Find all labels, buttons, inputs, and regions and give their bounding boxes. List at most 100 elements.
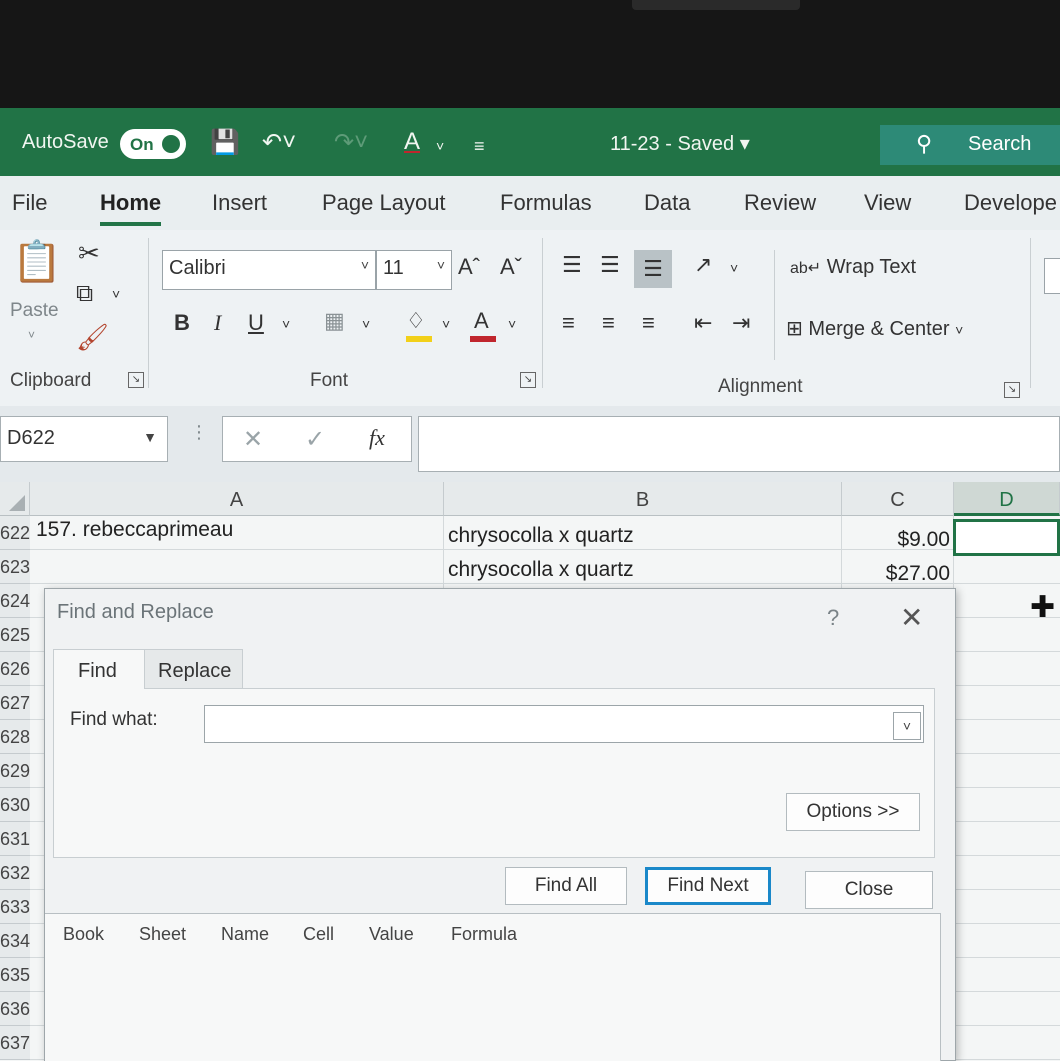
insert-function-icon[interactable]: fx: [369, 425, 385, 451]
align-right-icon[interactable]: ≡: [642, 310, 655, 336]
tab-formulas[interactable]: Formulas: [500, 190, 592, 216]
chevron-down-icon[interactable]: ˅: [730, 260, 738, 276]
redo-icon[interactable]: ↷˅: [334, 128, 368, 157]
tab-page-layout[interactable]: Page Layout: [322, 190, 446, 216]
paste-icon[interactable]: 📋: [12, 238, 62, 285]
chevron-down-icon[interactable]: ˅: [28, 328, 35, 342]
tab-find[interactable]: Find: [53, 649, 145, 689]
find-what-input[interactable]: ˅: [204, 705, 924, 743]
results-list[interactable]: Book Sheet Name Cell Value Formula: [45, 913, 941, 1061]
tab-data[interactable]: Data: [644, 190, 690, 216]
paste-label[interactable]: Paste: [10, 300, 59, 322]
row-header[interactable]: 631: [0, 822, 30, 856]
help-icon[interactable]: ?: [827, 605, 839, 631]
row-header[interactable]: 622: [0, 516, 30, 550]
column-header-a[interactable]: A: [30, 482, 444, 516]
tab-insert[interactable]: Insert: [212, 190, 267, 216]
row-header[interactable]: 627: [0, 686, 30, 720]
column-header-c[interactable]: C: [842, 482, 954, 516]
select-all-button[interactable]: [0, 482, 30, 516]
number-format-select[interactable]: [1044, 258, 1060, 294]
cut-icon[interactable]: ✂: [78, 238, 100, 269]
chevron-down-icon[interactable]: ˅: [362, 316, 370, 332]
copy-icon[interactable]: ⧉: [76, 280, 93, 308]
column-header-b[interactable]: B: [444, 482, 842, 516]
decrease-indent-icon[interactable]: ⇤: [694, 310, 712, 336]
chevron-down-icon[interactable]: ˅: [442, 316, 450, 332]
row-header[interactable]: 630: [0, 788, 30, 822]
align-center-icon[interactable]: ≡: [602, 310, 615, 336]
increase-indent-icon[interactable]: ⇥: [732, 310, 750, 336]
orientation-icon[interactable]: ↗: [694, 252, 712, 278]
search-input[interactable]: ⚲ Search: [880, 125, 1060, 165]
row-header[interactable]: 633: [0, 890, 30, 924]
undo-icon[interactable]: ↶˅: [262, 128, 296, 157]
format-painter-icon[interactable]: 🖌: [76, 322, 109, 353]
cell-c622[interactable]: $9.00: [842, 528, 950, 552]
tab-home[interactable]: Home: [100, 190, 162, 226]
cell-b623[interactable]: chrysocolla x quartz: [448, 558, 634, 582]
close-button[interactable]: Close: [805, 871, 933, 909]
row-header[interactable]: 632 1: [0, 856, 30, 890]
row-header[interactable]: 636: [0, 992, 30, 1026]
results-column-cell[interactable]: Cell: [303, 924, 334, 945]
chevron-down-icon[interactable]: ˅: [508, 316, 516, 332]
cell-a622[interactable]: 157. rebeccaprimeau: [36, 518, 233, 542]
row-header[interactable]: 625 1: [0, 618, 30, 652]
borders-icon[interactable]: ▦: [324, 308, 345, 334]
cell-b622[interactable]: chrysocolla x quartz: [448, 524, 634, 548]
save-icon[interactable]: 💾: [210, 128, 240, 157]
close-icon[interactable]: ✕: [900, 601, 923, 634]
results-column-sheet[interactable]: Sheet: [139, 924, 186, 945]
row-header[interactable]: 623: [0, 550, 30, 584]
formula-input[interactable]: [418, 416, 1060, 472]
row-header[interactable]: 637: [0, 1026, 30, 1060]
align-middle-icon[interactable]: ☰: [600, 252, 620, 278]
align-top-icon[interactable]: ☰: [562, 252, 582, 278]
dialog-launcher-icon[interactable]: ↘: [128, 372, 144, 388]
chevron-down-icon[interactable]: ˅: [436, 138, 444, 154]
shrink-font-button[interactable]: Aˇ: [500, 254, 522, 280]
row-header[interactable]: 634 1: [0, 924, 30, 958]
tab-developer[interactable]: Develope: [964, 190, 1057, 216]
enter-icon[interactable]: ✓: [305, 425, 325, 454]
chevron-down-icon[interactable]: ˅: [893, 712, 921, 740]
customize-qat-icon[interactable]: ≡: [474, 136, 485, 157]
italic-button[interactable]: I: [214, 310, 221, 336]
results-column-book[interactable]: Book: [63, 924, 104, 945]
results-column-name[interactable]: Name: [221, 924, 269, 945]
merge-center-button[interactable]: ⊞ Merge & Center ˅: [786, 316, 963, 341]
results-column-formula[interactable]: Formula: [451, 924, 517, 945]
font-size-select[interactable]: 11 ˅: [376, 250, 452, 290]
tab-file[interactable]: File: [12, 190, 47, 216]
dialog-launcher-icon[interactable]: ↘: [520, 372, 536, 388]
row-header[interactable]: 626: [0, 652, 30, 686]
chevron-down-icon[interactable]: ˅: [112, 286, 120, 302]
dialog-launcher-icon[interactable]: ↘: [1004, 382, 1020, 398]
cancel-icon[interactable]: ✕: [243, 425, 263, 454]
grow-font-button[interactable]: Aˆ: [458, 254, 480, 280]
more-icon[interactable]: ⋮: [190, 422, 208, 443]
tab-view[interactable]: View: [864, 190, 911, 216]
autosave-toggle[interactable]: On: [120, 129, 186, 159]
wrap-text-button[interactable]: ab↵ Wrap Text: [790, 256, 916, 279]
font-name-select[interactable]: Calibri ˅: [162, 250, 376, 290]
find-all-button[interactable]: Find All: [505, 867, 627, 905]
find-next-button[interactable]: Find Next: [645, 867, 771, 905]
font-color-qat-icon[interactable]: A: [404, 128, 420, 156]
column-header-d[interactable]: D: [954, 482, 1060, 516]
bold-button[interactable]: B: [174, 310, 190, 336]
align-left-icon[interactable]: ≡: [562, 310, 575, 336]
results-column-value[interactable]: Value: [369, 924, 414, 945]
options-button[interactable]: Options >>: [786, 793, 920, 831]
chevron-down-icon[interactable]: ˅: [282, 316, 290, 332]
align-bottom-icon[interactable]: ☰: [634, 250, 672, 288]
document-title[interactable]: 11-23 - Saved ▾: [610, 131, 750, 156]
underline-button[interactable]: U: [248, 310, 264, 336]
cell-c623[interactable]: $27.00: [842, 562, 950, 586]
row-header[interactable]: 635: [0, 958, 30, 992]
fill-color-icon[interactable]: ♢: [406, 308, 426, 334]
font-color-button[interactable]: A: [474, 308, 489, 334]
name-box[interactable]: D622 ▼: [0, 416, 168, 462]
row-header[interactable]: 624: [0, 584, 30, 618]
